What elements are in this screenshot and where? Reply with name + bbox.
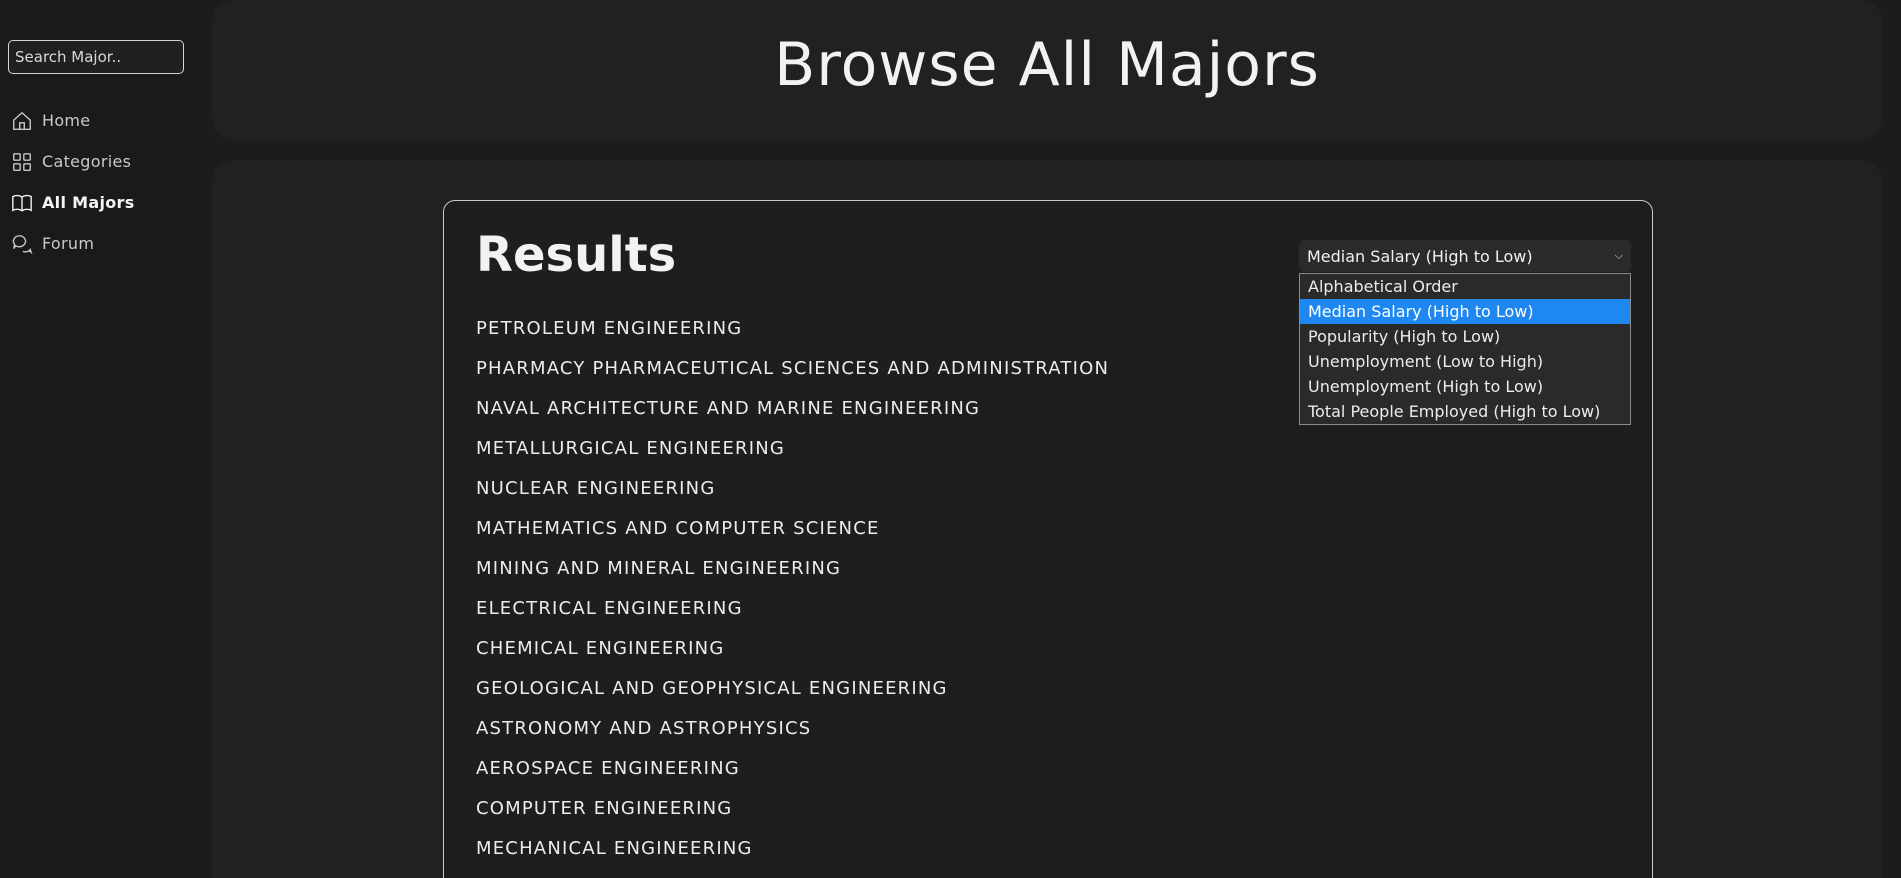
list-item[interactable]: PHARMACY PHARMACEUTICAL SCIENCES AND ADM… (476, 358, 1109, 398)
sort-dropdown: Alphabetical Order Median Salary (High t… (1299, 273, 1631, 425)
list-item[interactable]: CHEMICAL ENGINEERING (476, 638, 1109, 678)
page-title: Browse All Majors (774, 30, 1320, 100)
list-item[interactable]: MINING AND MINERAL ENGINEERING (476, 558, 1109, 598)
results-title: Results (476, 227, 677, 283)
sort-option-selected[interactable]: Median Salary (High to Low) (1300, 299, 1630, 324)
sort-option[interactable]: Popularity (High to Low) (1300, 324, 1630, 349)
sort-option[interactable]: Alphabetical Order (1300, 274, 1630, 299)
list-item[interactable]: ASTRONOMY AND ASTROPHYSICS (476, 718, 1109, 758)
sidebar-item-forum[interactable]: Forum (10, 223, 135, 264)
search-input[interactable] (8, 40, 184, 74)
sort-option[interactable]: Unemployment (High to Low) (1300, 374, 1630, 399)
list-item[interactable]: COMPUTER ENGINEERING (476, 798, 1109, 838)
list-item[interactable]: AEROSPACE ENGINEERING (476, 758, 1109, 798)
sidebar-item-all-majors[interactable]: All Majors (10, 182, 135, 223)
majors-list: PETROLEUM ENGINEERING PHARMACY PHARMACEU… (476, 318, 1109, 878)
chevron-down-icon: ⌵ (1614, 249, 1623, 262)
sidebar-item-home[interactable]: Home (10, 100, 135, 141)
list-item[interactable]: MATHEMATICS AND COMPUTER SCIENCE (476, 518, 1109, 558)
book-icon (10, 191, 34, 215)
sidebar-item-label: Categories (42, 152, 132, 171)
list-item[interactable]: PETROLEUM ENGINEERING (476, 318, 1109, 358)
sort-select[interactable]: Median Salary (High to Low) ⌵ (1299, 240, 1631, 272)
grid-icon (10, 150, 34, 174)
home-icon (10, 109, 34, 133)
sidebar: Home Categories All Majors Forum (0, 0, 193, 878)
sort-selected-value: Median Salary (High to Low) (1307, 246, 1533, 266)
sidebar-nav: Home Categories All Majors Forum (10, 100, 135, 264)
sidebar-item-label: All Majors (42, 193, 135, 212)
header-card: Browse All Majors (212, 0, 1882, 140)
list-item[interactable]: NUCLEAR ENGINEERING (476, 478, 1109, 518)
sidebar-item-categories[interactable]: Categories (10, 141, 135, 182)
sidebar-item-label: Home (42, 111, 91, 130)
list-item[interactable]: ELECTRICAL ENGINEERING (476, 598, 1109, 638)
sort-option[interactable]: Unemployment (Low to High) (1300, 349, 1630, 374)
list-item[interactable]: MECHANICAL ENGINEERING (476, 838, 1109, 878)
chat-icon (10, 232, 34, 256)
sidebar-item-label: Forum (42, 234, 95, 253)
sort-option[interactable]: Total People Employed (High to Low) (1300, 399, 1630, 424)
list-item[interactable]: NAVAL ARCHITECTURE AND MARINE ENGINEERIN… (476, 398, 1109, 438)
list-item[interactable]: METALLURGICAL ENGINEERING (476, 438, 1109, 478)
list-item[interactable]: GEOLOGICAL AND GEOPHYSICAL ENGINEERING (476, 678, 1109, 718)
